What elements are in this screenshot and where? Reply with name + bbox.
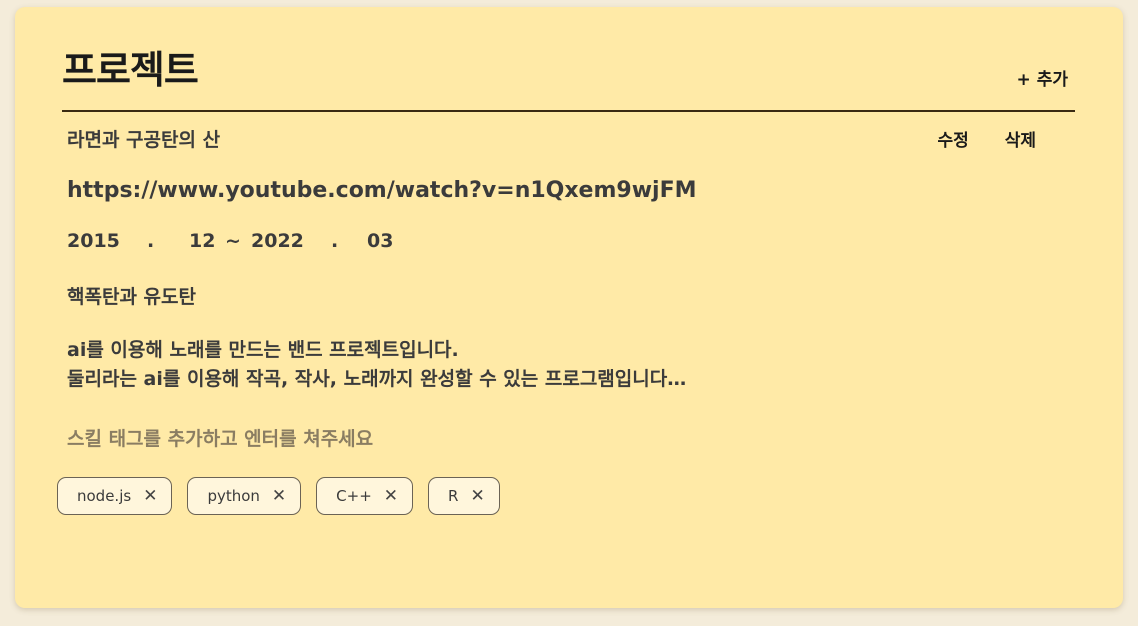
delete-button[interactable]: 삭제 bbox=[1005, 131, 1036, 151]
project-role: 핵폭탄과 유도탄 bbox=[67, 286, 196, 308]
project-actions: 수정 삭제 bbox=[908, 126, 1036, 151]
end-year[interactable]: 2022 bbox=[251, 230, 331, 252]
end-month[interactable]: 03 bbox=[367, 230, 393, 252]
skill-tag-input[interactable] bbox=[67, 428, 667, 450]
skill-tag: node.js ✕ bbox=[57, 477, 173, 515]
divider bbox=[62, 110, 1075, 112]
skill-tag: C++ ✕ bbox=[316, 477, 414, 515]
edit-button[interactable]: 수정 bbox=[938, 131, 969, 151]
close-icon[interactable]: ✕ bbox=[143, 487, 157, 505]
skill-tag-label: node.js bbox=[77, 487, 132, 505]
skill-tag-list: node.js ✕ python ✕ C++ ✕ R ✕ bbox=[57, 477, 500, 515]
skill-tag: python ✕ bbox=[187, 477, 302, 515]
close-icon[interactable]: ✕ bbox=[272, 487, 286, 505]
period-separator: ~ bbox=[225, 230, 241, 252]
section-title: 프로젝트 bbox=[62, 48, 199, 92]
project-item: 라면과 구공탄의 산 수정 삭제 https://www.youtube.com… bbox=[67, 123, 1047, 450]
skill-tag-label: C++ bbox=[336, 487, 372, 505]
project-period: 2015. 12 ~2022. 03 bbox=[67, 230, 393, 252]
project-header-row: 라면과 구공탄의 산 수정 삭제 bbox=[67, 123, 1047, 155]
skill-tag: R ✕ bbox=[428, 477, 500, 515]
add-project-button[interactable]: + 추가 bbox=[1017, 65, 1068, 90]
description-line: 둘리라는 ai를 이용해 작곡, 작사, 노래까지 완성할 수 있는 프로그램입… bbox=[67, 368, 687, 390]
project-url[interactable]: https://www.youtube.com/watch?v=n1Qxem9w… bbox=[67, 178, 697, 203]
close-icon[interactable]: ✕ bbox=[470, 487, 484, 505]
start-year[interactable]: 2015 bbox=[67, 230, 147, 252]
skill-tag-label: R bbox=[448, 487, 459, 505]
close-icon[interactable]: ✕ bbox=[384, 487, 398, 505]
project-description: ai를 이용해 노래를 만드는 밴드 프로젝트입니다. 둘리라는 ai를 이용해… bbox=[67, 336, 686, 394]
start-month[interactable]: 12 bbox=[189, 230, 225, 252]
project-name: 라면과 구공탄의 산 bbox=[67, 129, 221, 151]
skill-tag-label: python bbox=[207, 487, 260, 505]
description-line: ai를 이용해 노래를 만드는 밴드 프로젝트입니다. bbox=[67, 339, 459, 361]
date-separator: . bbox=[147, 230, 155, 252]
date-separator: . bbox=[331, 230, 339, 252]
